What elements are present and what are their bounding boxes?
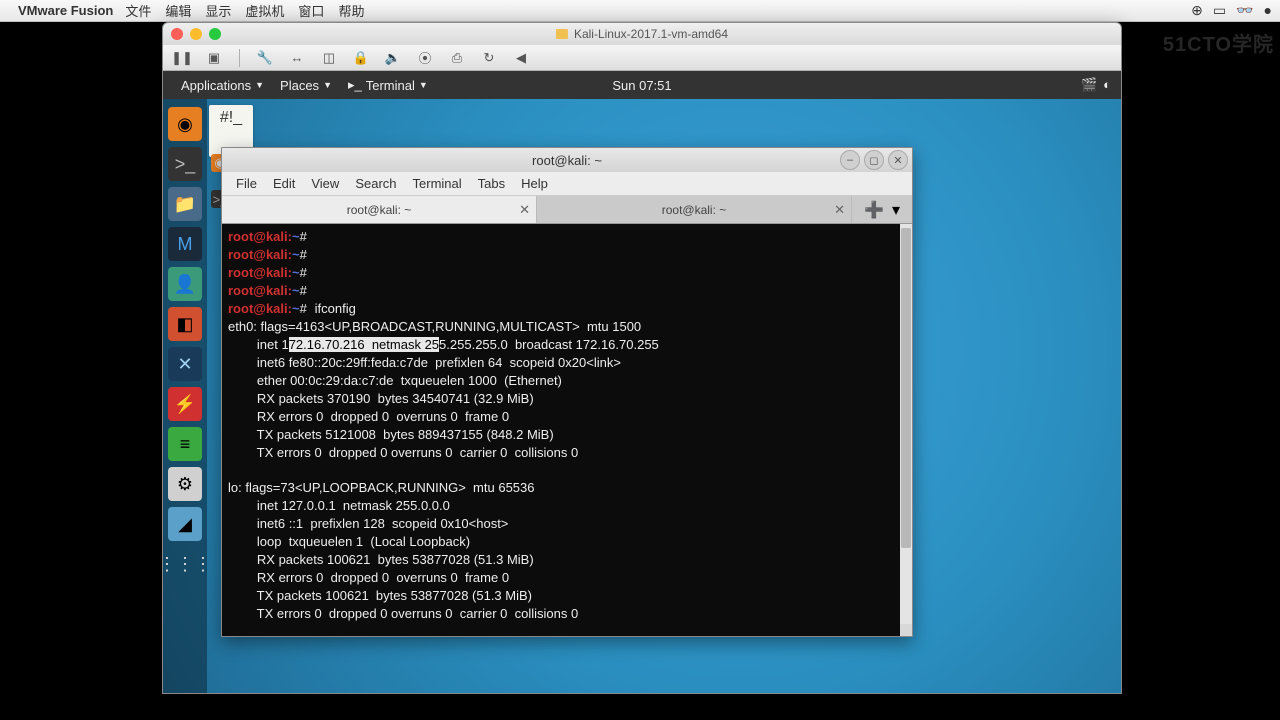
chevron-left-icon[interactable]: ◀ bbox=[512, 49, 530, 67]
dock-app-icon[interactable]: ◢ bbox=[168, 507, 202, 541]
tab-close-icon[interactable]: ✕ bbox=[519, 202, 530, 218]
vm-titlebar[interactable]: Kali-Linux-2017.1-vm-amd64 bbox=[163, 23, 1121, 45]
close-icon[interactable]: ✕ bbox=[888, 150, 908, 170]
terminal-body[interactable]: root@kali:~# root@kali:~# root@kali:~# r… bbox=[222, 224, 912, 636]
sound-icon[interactable]: 🔈 bbox=[384, 49, 402, 67]
terminal-scrollbar[interactable] bbox=[900, 224, 912, 624]
menu-window[interactable]: 窗口 bbox=[298, 1, 324, 20]
tab-menu-icon[interactable]: ▾ bbox=[892, 200, 900, 220]
menu-help[interactable]: 帮助 bbox=[338, 1, 364, 20]
term-menu-edit[interactable]: Edit bbox=[265, 176, 303, 191]
menu-view[interactable]: 显示 bbox=[205, 1, 231, 20]
tab-close-icon[interactable]: ✕ bbox=[834, 202, 845, 218]
cycle-icon[interactable]: ↻ bbox=[480, 49, 498, 67]
dock-tweak-icon[interactable]: ⚙ bbox=[168, 467, 202, 501]
terminal-window: root@kali: ~ – ◻ ✕ File Edit View Search… bbox=[221, 147, 913, 637]
minimize-window-icon[interactable] bbox=[190, 28, 202, 40]
pause-icon[interactable]: ❚❚ bbox=[173, 49, 191, 67]
term-menu-terminal[interactable]: Terminal bbox=[405, 176, 470, 191]
kali-desktop: Applications▼ Places▼ ▸_ Terminal▼ Sun 0… bbox=[163, 71, 1121, 693]
menu-file[interactable]: 文件 bbox=[125, 1, 151, 20]
term-menu-tabs[interactable]: Tabs bbox=[470, 176, 513, 191]
video-icon[interactable]: 🎬 bbox=[1081, 77, 1097, 93]
expand-icon[interactable]: ↔ bbox=[288, 49, 306, 67]
dock-files-icon[interactable]: 📁 bbox=[168, 187, 202, 221]
power-icon[interactable]: ◐ bbox=[1103, 77, 1111, 93]
glasses-icon[interactable]: 👓 bbox=[1236, 2, 1253, 19]
maximize-icon[interactable]: ◻ bbox=[864, 150, 884, 170]
printer-icon[interactable]: ⎙ bbox=[448, 49, 466, 67]
vm-title-text: Kali-Linux-2017.1-vm-amd64 bbox=[574, 27, 728, 41]
mac-menubar: VMware Fusion 文件 编辑 显示 虚拟机 窗口 帮助 ⊕ ▭ 👓 ● bbox=[0, 0, 1280, 22]
panel-clock[interactable]: Sun 07:51 bbox=[612, 78, 671, 93]
scrollbar-thumb[interactable] bbox=[901, 228, 911, 548]
dock-terminal-icon[interactable]: >_ bbox=[168, 147, 202, 181]
terminal-panel-item[interactable]: ▸_ Terminal▼ bbox=[340, 77, 436, 93]
terminal-tab-2[interactable]: root@kali: ~ ✕ bbox=[537, 196, 852, 223]
terminal-tabs: root@kali: ~ ✕ root@kali: ~ ✕ ➕ ▾ bbox=[222, 196, 912, 224]
watermark: 51CTO学院 bbox=[1163, 28, 1274, 57]
applications-menu[interactable]: Applications▼ bbox=[173, 78, 272, 93]
terminal-icon: ▸_ bbox=[348, 77, 362, 93]
vm-toolbar: ❚❚ ▣ 🔧 ↔ ◫ 🔒 🔈 ⦿ ⎙ ↻ ◀ bbox=[163, 45, 1121, 71]
dock-metasploit-icon[interactable]: M bbox=[168, 227, 202, 261]
menu-edit[interactable]: 编辑 bbox=[165, 1, 191, 20]
folder-icon bbox=[556, 29, 568, 39]
close-window-icon[interactable] bbox=[171, 28, 183, 40]
terminal-tab-1[interactable]: root@kali: ~ ✕ bbox=[222, 196, 537, 223]
dock-wireshark-icon[interactable]: ✕ bbox=[168, 347, 202, 381]
places-menu[interactable]: Places▼ bbox=[272, 78, 340, 93]
wrench-icon[interactable]: 🔧 bbox=[256, 49, 274, 67]
dock-faraday-icon[interactable]: ⚡ bbox=[168, 387, 202, 421]
vmware-window: Kali-Linux-2017.1-vm-amd64 ❚❚ ▣ 🔧 ↔ ◫ 🔒 … bbox=[162, 22, 1122, 694]
box-icon[interactable]: ◫ bbox=[320, 49, 338, 67]
term-menu-help[interactable]: Help bbox=[513, 176, 556, 191]
usb-icon[interactable]: ⦿ bbox=[416, 49, 434, 67]
user-icon[interactable]: ● bbox=[1264, 2, 1272, 19]
bluetooth-icon[interactable]: ⊕ bbox=[1191, 2, 1203, 19]
resize-handle[interactable] bbox=[900, 624, 912, 636]
dock-notes-icon[interactable]: ≡ bbox=[168, 427, 202, 461]
dock-user-icon[interactable]: 👤 bbox=[168, 267, 202, 301]
minimize-icon[interactable]: – bbox=[840, 150, 860, 170]
term-menu-file[interactable]: File bbox=[228, 176, 265, 191]
display-icon[interactable]: ▭ bbox=[1213, 2, 1226, 19]
term-menu-search[interactable]: Search bbox=[347, 176, 404, 191]
snapshot-icon[interactable]: ▣ bbox=[205, 49, 223, 67]
terminal-titlebar[interactable]: root@kali: ~ – ◻ ✕ bbox=[222, 148, 912, 172]
lock-icon[interactable]: 🔒 bbox=[352, 49, 370, 67]
terminal-title: root@kali: ~ bbox=[532, 153, 602, 168]
menu-vm[interactable]: 虚拟机 bbox=[245, 1, 284, 20]
term-menu-view[interactable]: View bbox=[303, 176, 347, 191]
app-name[interactable]: VMware Fusion bbox=[18, 3, 113, 18]
terminal-menubar: File Edit View Search Terminal Tabs Help bbox=[222, 172, 912, 196]
maximize-window-icon[interactable] bbox=[209, 28, 221, 40]
kali-top-panel: Applications▼ Places▼ ▸_ Terminal▼ Sun 0… bbox=[163, 71, 1121, 99]
dock-firefox-icon[interactable]: ◉ bbox=[168, 107, 202, 141]
dock-apps-grid-icon[interactable]: ⋮⋮⋮ bbox=[168, 547, 202, 581]
new-tab-icon[interactable]: ➕ bbox=[864, 200, 884, 220]
dock-burp-icon[interactable]: ◧ bbox=[168, 307, 202, 341]
kali-dock: ◉ >_ 📁 M 👤 ◧ ✕ ⚡ ≡ ⚙ ◢ ⋮⋮⋮ bbox=[163, 99, 207, 693]
